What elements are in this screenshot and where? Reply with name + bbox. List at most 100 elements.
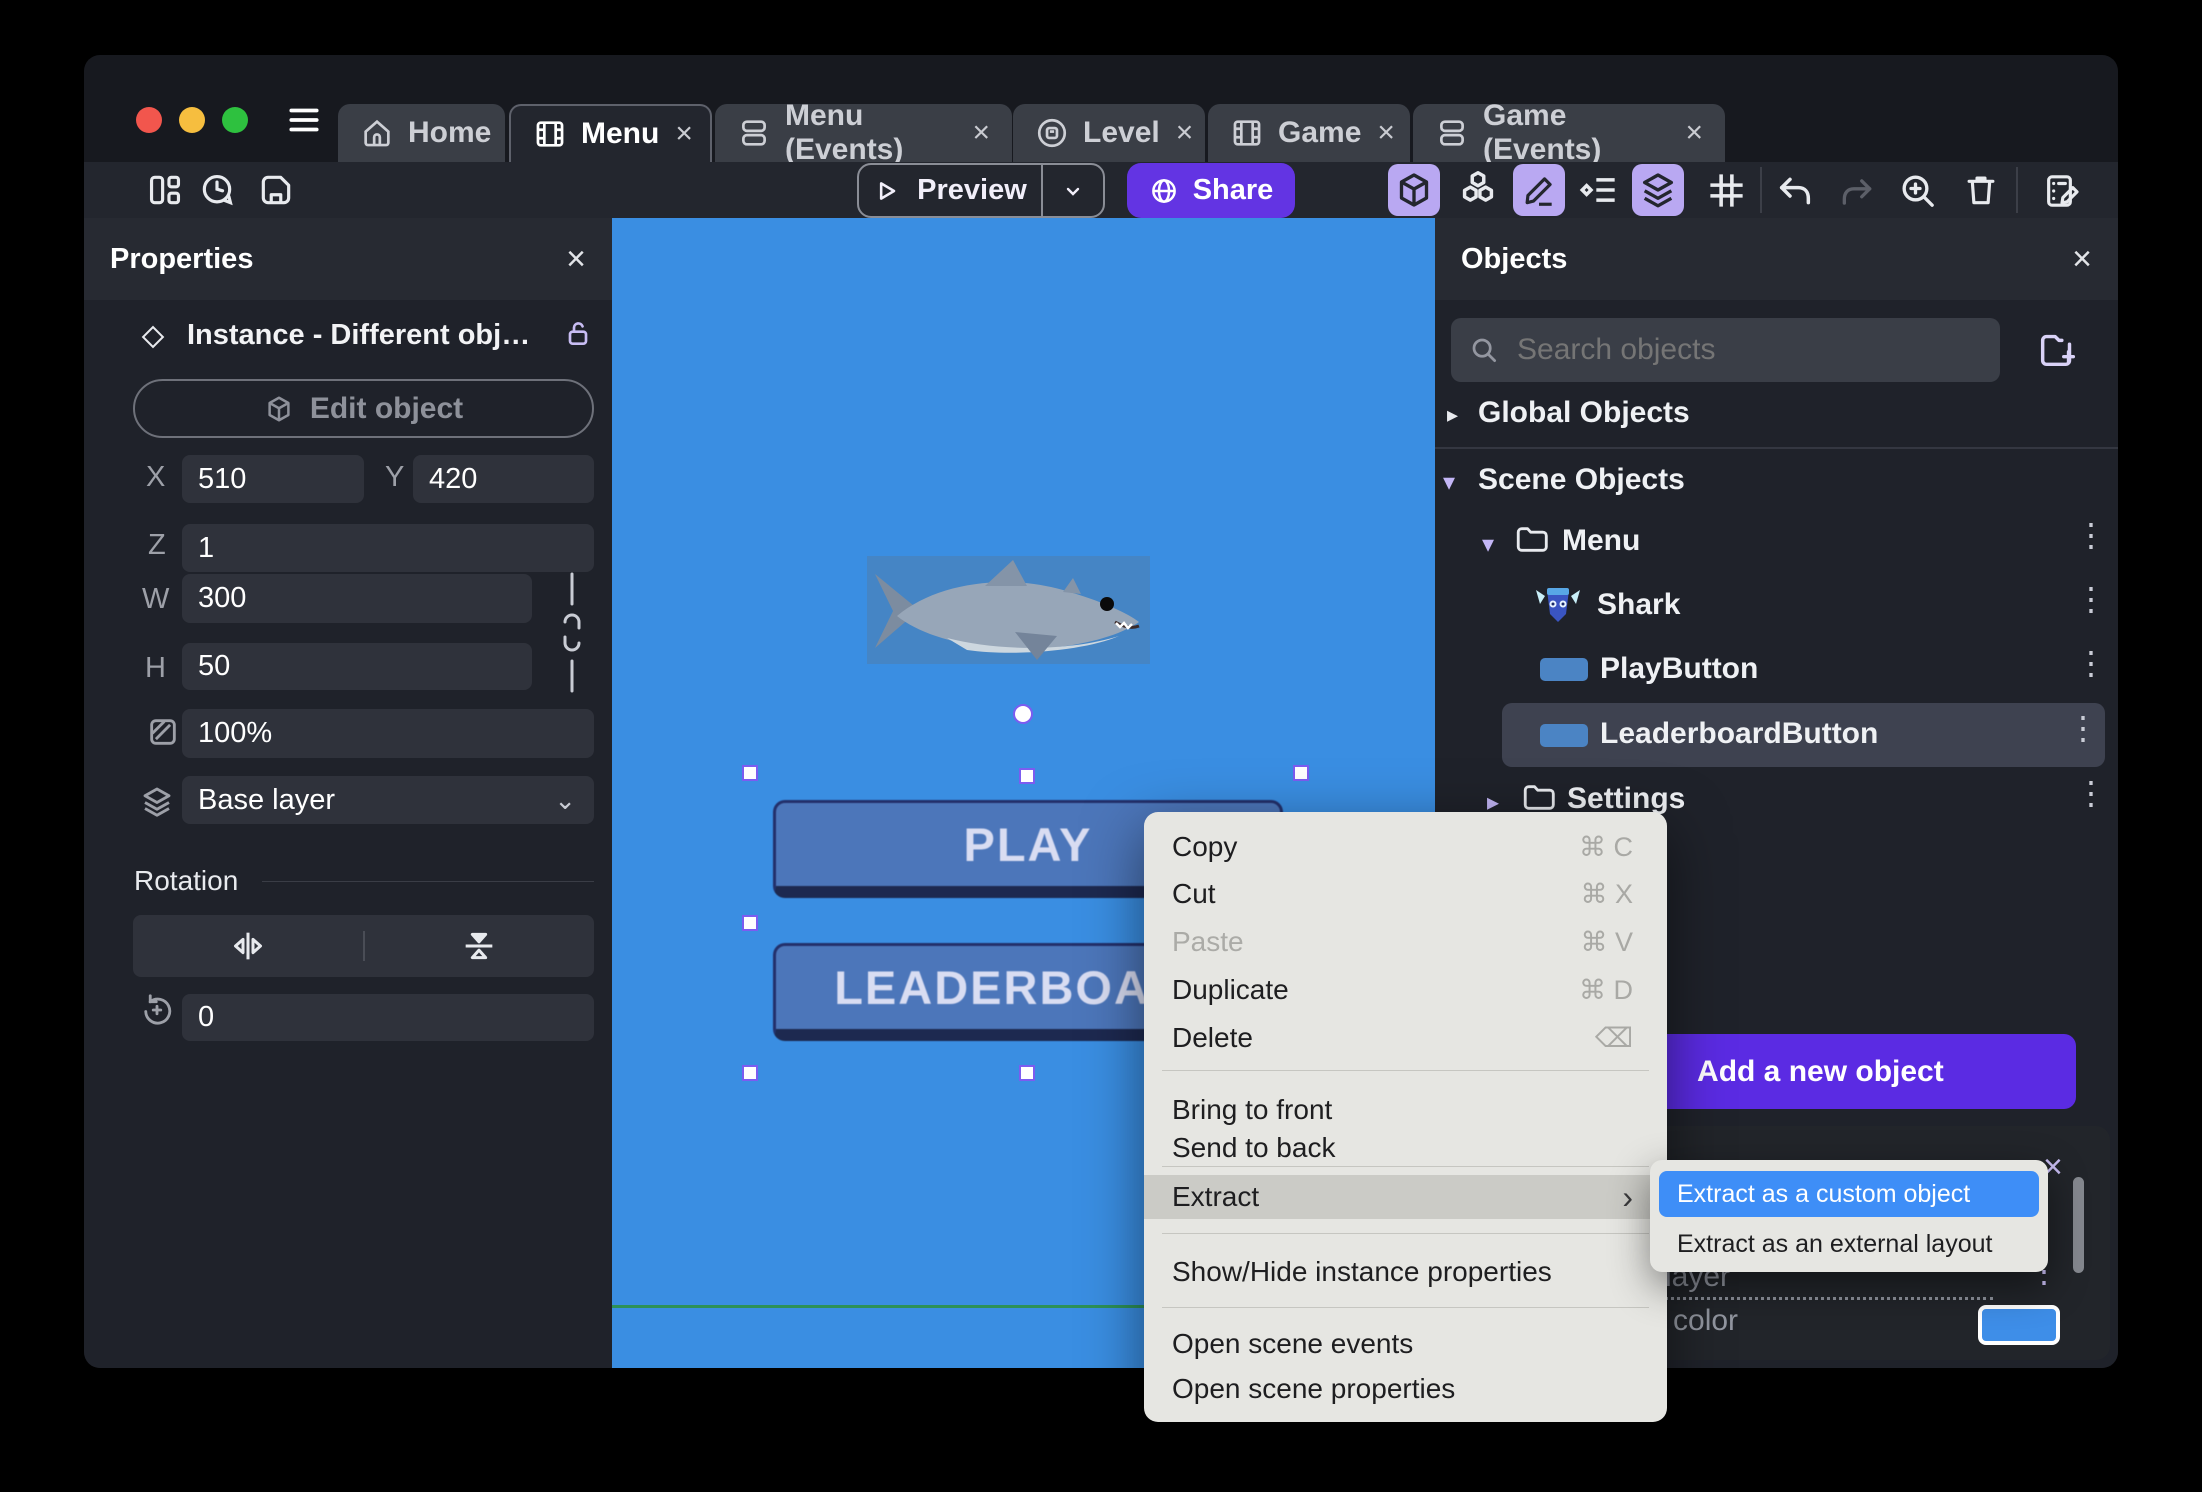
tab-game[interactable]: Game × [1208,104,1410,162]
rotation-handle[interactable] [1013,704,1033,724]
kebab-menu-icon[interactable]: ⋮ [2075,777,2107,809]
menu-item-open-scene-properties[interactable]: Open scene properties [1172,1369,1455,1409]
global-objects-label[interactable]: Global Objects [1478,396,1690,430]
add-new-object-button[interactable]: + Add a new object [1600,1034,2076,1109]
chevron-down-icon[interactable]: ▾ [1482,530,1494,559]
menu-shortcut: ⌘ C [1579,831,1633,862]
grid-icon[interactable] [1705,169,1748,212]
h-input[interactable] [182,643,532,690]
share-button[interactable]: Share [1127,163,1295,218]
close-icon[interactable]: × [972,116,990,150]
w-input[interactable] [182,574,532,623]
menu-item-cut[interactable]: Cut [1172,874,1216,914]
tab-label: Game [1278,116,1362,149]
trash-icon[interactable] [1962,171,2000,209]
redo-icon[interactable] [1838,173,1876,211]
instances-list-icon[interactable] [1578,168,1622,212]
tab-menu[interactable]: Menu × [509,104,712,162]
kebab-menu-icon[interactable]: ⋮ [2075,519,2107,551]
scene-objects-label[interactable]: Scene Objects [1478,463,1685,497]
search-box[interactable] [1451,318,2000,382]
selection-handle-top-right[interactable] [1293,765,1309,781]
menu-item-duplicate[interactable]: Duplicate [1172,970,1289,1010]
selection-handle-top-left[interactable] [742,765,758,781]
tree-item-menu[interactable]: Menu [1562,524,1640,558]
menu-item-paste: Paste [1172,926,1244,957]
color-swatch[interactable] [1978,1305,2060,1345]
search-input[interactable] [1515,332,1982,368]
menu-divider [1162,1166,1649,1167]
selection-handle-top-middle[interactable] [1019,768,1035,784]
tree-item-settings[interactable]: Settings [1567,782,1685,816]
close-icon[interactable]: × [2072,242,2092,276]
flip-horizontal-button[interactable] [133,926,363,966]
menu-item-open-scene-events[interactable]: Open scene events [1172,1324,1413,1364]
menu-item-bring-to-front[interactable]: Bring to front [1172,1090,1332,1130]
preview-button[interactable]: Preview [859,165,1041,216]
pencil-edit-icon[interactable] [1513,164,1565,216]
tree-item-shark[interactable]: Shark [1597,588,1680,622]
link-dimensions-icon[interactable] [552,570,592,695]
chevron-right-icon[interactable]: ▸ [1447,402,1458,428]
edit-object-button[interactable]: Edit object [133,379,594,438]
x-input[interactable] [182,455,364,503]
menu-item-send-to-back[interactable]: Send to back [1172,1128,1335,1168]
tab-level[interactable]: Level × [1013,104,1205,162]
history-icon[interactable] [198,171,236,209]
menu-shortcut: ⌘ D [1579,974,1633,1005]
tab-game-events[interactable]: Game (Events) × [1413,99,1725,166]
close-icon[interactable]: × [1685,116,1703,150]
menu-item-show-hide-instance-properties[interactable]: Show/Hide instance properties [1172,1252,1552,1292]
z-input[interactable] [182,524,594,572]
tree-item-leaderboardbutton[interactable]: LeaderboardButton [1600,717,1878,751]
shark-sprite[interactable] [867,556,1150,664]
tab-menu-events[interactable]: Menu (Events) × [715,99,1012,166]
properties-header: Properties × [84,218,612,300]
menu-item-copy[interactable]: Copy [1172,827,1237,867]
traffic-light-close[interactable] [136,107,162,133]
close-icon[interactable]: × [1176,116,1194,150]
flip-toolbar [133,915,594,977]
close-icon[interactable]: × [566,242,586,276]
hamburger-menu-icon[interactable] [283,101,325,139]
rotation-input[interactable] [182,994,594,1041]
edit-events-icon[interactable] [2042,171,2082,211]
scrollbar-thumb[interactable] [2073,1177,2084,1273]
flip-vertical-button[interactable] [365,926,595,966]
objects-list-icon[interactable] [1455,167,1501,213]
preview-options-button[interactable] [1041,165,1103,216]
layers-icon[interactable] [1632,164,1684,216]
layer-select[interactable]: Base layer ⌄ [182,776,594,824]
instance-icon [141,325,165,349]
close-icon[interactable]: × [675,117,693,151]
lock-open-icon[interactable] [562,317,594,349]
undo-icon[interactable] [1775,171,1815,211]
zoom-icon[interactable] [1898,171,1938,211]
tab-home[interactable]: Home [338,104,505,162]
submenu-item-extract-custom-object[interactable]: Extract as a custom object [1659,1171,2039,1217]
add-folder-icon[interactable] [2035,326,2081,372]
kebab-menu-icon[interactable]: ⋮ [2075,647,2107,679]
edit-object-mode-button[interactable] [1388,164,1440,216]
play-game-label: PLAY [963,818,1093,871]
kebab-menu-icon[interactable]: ⋮ [2067,712,2099,744]
selection-handle-left-middle[interactable] [742,915,758,931]
close-icon[interactable]: × [1377,116,1395,150]
panels-layout-icon[interactable] [146,171,184,209]
save-icon[interactable] [257,171,295,209]
opacity-icon [146,715,180,749]
opacity-input[interactable] [182,709,594,758]
traffic-light-zoom[interactable] [222,107,248,133]
preview-label: Preview [917,174,1027,206]
kebab-menu-icon[interactable]: ⋮ [2075,583,2107,615]
menu-item-extract[interactable]: Extract [1172,1177,1259,1217]
traffic-light-minimize[interactable] [179,107,205,133]
tree-item-playbutton[interactable]: PlayButton [1600,652,1758,686]
menu-item-delete[interactable]: Delete [1172,1018,1253,1058]
y-input[interactable] [413,455,594,503]
chevron-down-icon[interactable]: ▾ [1443,468,1455,497]
selection-handle-bottom-left[interactable] [742,1065,758,1081]
objects-header: Objects × [1435,218,2118,300]
submenu-item-extract-external-layout[interactable]: Extract as an external layout [1677,1222,1992,1266]
selection-handle-bottom-middle[interactable] [1019,1065,1035,1081]
